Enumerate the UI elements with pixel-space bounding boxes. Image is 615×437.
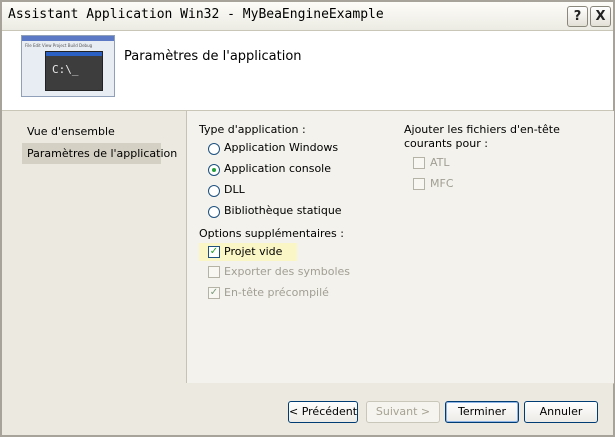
thumb-console-window: C:\_ [45,51,103,91]
radio-static-library[interactable] [208,206,220,218]
page-title: Paramètres de l'application [124,49,302,64]
radio-selected-dot [212,168,216,172]
radio-dll-label[interactable]: DLL [224,183,245,196]
checkbox-mfc-label: MFC [430,177,454,190]
finish-button[interactable]: Terminer [445,401,519,423]
wizard-header: File Edit View Project Build Debug C:\_ … [2,31,613,111]
radio-application-console[interactable] [208,164,220,176]
next-button[interactable]: Suivant > [366,401,440,423]
radio-application-console-label[interactable]: Application console [224,162,331,175]
checkbox-mfc[interactable] [413,178,425,190]
checkbox-empty-project[interactable]: ✓ [208,246,220,258]
title-bar[interactable]: Assistant Application Win32 - MyBeaEngin… [2,2,613,31]
checkbox-atl-label: ATL [430,156,450,169]
checkbox-empty-project-label[interactable]: Projet vide [224,245,282,258]
help-button[interactable]: ? [567,6,588,27]
wizard-nav: Vue d'ensemble Paramètres de l'applicati… [2,111,185,411]
nav-item-overview[interactable]: Vue d'ensemble [22,121,161,142]
app-type-heading: Type d'application : [199,123,306,136]
checkbox-precompiled-header-label: En-tête précompilé [224,286,329,299]
cancel-button[interactable]: Annuler [524,401,598,423]
radio-static-library-label[interactable]: Bibliothèque statique [224,204,342,217]
common-headers-heading: Ajouter les fichiers d'en-tête courants … [404,123,560,150]
checkbox-precompiled-header[interactable]: ✓ [208,287,220,299]
console-prompt-text: C:\_ [52,63,79,76]
extra-options-heading: Options supplémentaires : [199,227,344,240]
thumb-titlebar [22,36,114,41]
nav-item-app-settings[interactable]: Paramètres de l'application [22,143,177,164]
checkbox-export-symbols-label: Exporter des symboles [224,265,350,278]
radio-application-windows-label[interactable]: Application Windows [224,141,338,154]
radio-application-windows[interactable] [208,143,220,155]
thumb-console-titlebar [46,52,102,56]
thumb-menu: File Edit View Project Build Debug [25,43,93,48]
checkbox-atl[interactable] [413,157,425,169]
previous-button[interactable]: < Précédent [288,401,358,423]
wizard-window: Assistant Application Win32 - MyBeaEngin… [0,0,615,437]
close-button[interactable]: X [590,6,611,27]
radio-dll[interactable] [208,185,220,197]
checkbox-export-symbols[interactable] [208,266,220,278]
window-title: Assistant Application Win32 - MyBeaEngin… [8,7,384,22]
console-app-icon: File Edit View Project Build Debug C:\_ [21,35,115,97]
